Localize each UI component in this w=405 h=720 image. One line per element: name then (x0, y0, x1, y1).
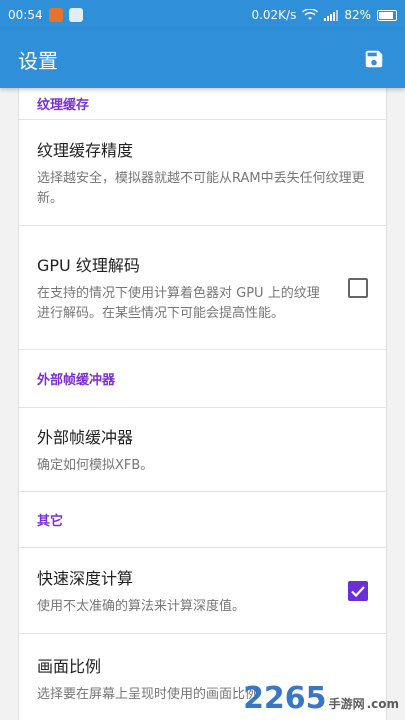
section-header-texture-cache: 纹理缓存 (19, 88, 386, 120)
gpu-texture-decoding-checkbox[interactable] (348, 277, 368, 298)
notification-image-icon (68, 8, 83, 22)
wifi-icon (302, 9, 319, 20)
page-title: 设置 (18, 48, 58, 73)
pref-title: 纹理缓存精度 (37, 140, 134, 160)
fast-depth-checkbox[interactable] (348, 580, 368, 601)
pref-summary: 在支持的情况下使用计算着色器对 GPU 上的纹理进行解码。在某些情况下可能会提高… (37, 285, 320, 321)
pref-fast-depth-calculation[interactable]: 快速深度计算 使用不太准确的算法来计算深度值。 (19, 548, 386, 634)
section-header-other: 其它 (19, 492, 386, 548)
save-icon (365, 50, 383, 68)
pref-texture-cache-accuracy[interactable]: 纹理缓存精度 选择越安全，模拟器就越不可能从RAM中丢失任何纹理更新。 (19, 120, 386, 226)
save-button[interactable] (361, 46, 387, 72)
notification-app-icon (48, 8, 63, 22)
app-bar: 设置 (0, 30, 405, 88)
status-time: 00:54 (8, 8, 43, 22)
pref-title: 外部帧缓冲器 (37, 427, 134, 447)
pref-title: GPU 纹理解码 (37, 255, 140, 275)
status-bar: 00:54 0.02K/s 82% (0, 0, 405, 30)
pref-gpu-texture-decoding[interactable]: GPU 纹理解码 在支持的情况下使用计算着色器对 GPU 上的纹理进行解码。在某… (19, 226, 386, 350)
battery-icon (377, 9, 397, 21)
watermark-logo: 2265 手游网 .com (243, 681, 399, 716)
pref-title: 画面比例 (37, 656, 102, 676)
network-speed: 0.02K/s (251, 8, 297, 22)
section-header-xfb: 外部帧缓冲器 (19, 350, 386, 408)
pref-summary: 确定如何模拟XFB。 (37, 457, 154, 473)
pref-external-framebuffer[interactable]: 外部帧缓冲器 确定如何模拟XFB。 (19, 408, 386, 492)
settings-list: 纹理缓存 纹理缓存精度 选择越安全，模拟器就越不可能从RAM中丢失任何纹理更新。… (18, 88, 387, 720)
pref-summary: 使用不太准确的算法来计算深度值。 (37, 598, 246, 614)
pref-title: 快速深度计算 (37, 568, 134, 588)
signal-icon (324, 10, 339, 21)
battery-percent: 82% (344, 8, 371, 22)
pref-summary: 选择越安全，模拟器就越不可能从RAM中丢失任何纹理更新。 (37, 170, 365, 206)
checkmark-icon (351, 585, 365, 597)
